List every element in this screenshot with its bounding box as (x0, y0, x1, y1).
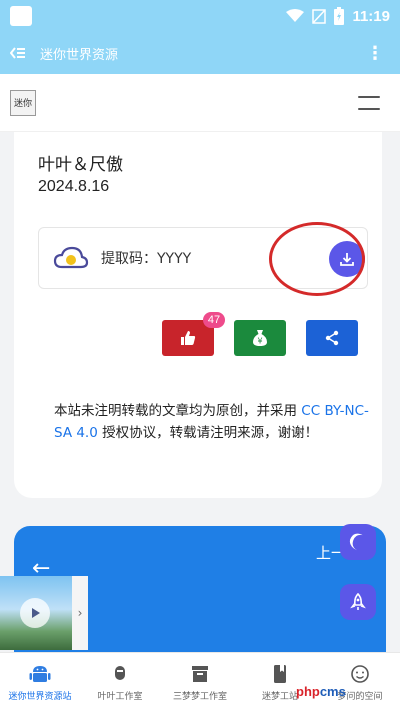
nav-label-1: 叶叶工作室 (97, 692, 143, 702)
robot-icon (115, 666, 125, 680)
svg-text:¥: ¥ (257, 337, 262, 346)
watermark-part-2: cms (319, 684, 346, 699)
license-text-after: 授权协议，转载请注明来源，谢谢！ (102, 425, 319, 441)
like-count-badge: 47 (203, 312, 225, 328)
article-date: 2024.8.16 (38, 178, 110, 195)
signal-off-icon (312, 9, 327, 24)
app-title: 迷你世界资源 (40, 47, 119, 63)
back-to-top-button[interactable] (340, 584, 376, 620)
share-button[interactable] (306, 320, 358, 356)
site-header: 迷你 (0, 74, 400, 132)
nav-item-home[interactable]: 迷你世界资源站 (0, 653, 80, 709)
nav-item-yeye[interactable]: 叶叶工作室 (80, 653, 160, 709)
app-bar: 迷你世界资源 ⋮ (0, 32, 400, 74)
rocket-icon (350, 593, 366, 610)
watermark-part-1: php (296, 684, 320, 699)
moon-icon (349, 533, 363, 551)
nav-item-sanmeng[interactable]: 三梦梦工作室 (160, 653, 240, 709)
cloud-icon (53, 246, 89, 269)
site-logo-text: 迷你 (13, 99, 32, 109)
nav-label-0: 迷你世界资源站 (8, 692, 72, 702)
hamburger-menu-icon[interactable] (358, 95, 380, 110)
share-icon (325, 330, 339, 346)
dark-mode-button[interactable] (340, 524, 376, 560)
annotation-circle (269, 222, 365, 296)
bookmark-book-icon (274, 665, 286, 683)
nav-item-mimeng[interactable]: 迷梦工站 (240, 653, 320, 709)
bottom-nav: 迷你世界资源站 叶叶工作室 三梦梦工作室 迷梦工站 梦问的空间 (0, 652, 400, 709)
article-author: 叶叶＆尺傲 (38, 155, 123, 175)
watermark: phpcms (296, 684, 346, 699)
license-text-before: 本站未注明转载的文章均为原创，并采用 (54, 403, 297, 419)
license-notice: 本站未注明转载的文章均为原创，并采用 CC BY-NC-SA 4.0 授权协议，… (54, 400, 374, 444)
status-time: 11:19 (352, 7, 390, 25)
nav-item-space[interactable]: 梦问的空间 (320, 653, 400, 709)
back-list-icon[interactable] (10, 47, 26, 59)
more-menu-button[interactable]: ⋮ (360, 43, 390, 64)
nav-label-3: 迷梦工站 (261, 692, 298, 702)
video-thumbnail[interactable] (0, 576, 72, 650)
site-logo[interactable]: 迷你 (10, 89, 36, 116)
battery-icon (334, 7, 345, 25)
android-icon (29, 666, 51, 682)
play-icon (20, 598, 50, 628)
thumbs-up-icon (181, 331, 196, 345)
nav-label-2: 三梦梦工作室 (172, 692, 227, 702)
wifi-icon (286, 9, 305, 22)
chevron-right-icon[interactable]: › (72, 576, 88, 650)
notification-icon (10, 6, 32, 26)
donate-button[interactable]: ¥ (234, 320, 286, 356)
money-bag-icon: ¥ (253, 330, 267, 346)
smile-face-icon (351, 665, 369, 683)
archive-box-icon (192, 666, 208, 682)
extract-code-text: 提取码：YYYY (101, 251, 192, 267)
article-card: 叶叶＆尺傲 2024.8.16 提取码：YYYY 47 ¥ 本站未注明转载的文章… (14, 132, 382, 498)
status-bar: 11:19 (0, 0, 400, 32)
